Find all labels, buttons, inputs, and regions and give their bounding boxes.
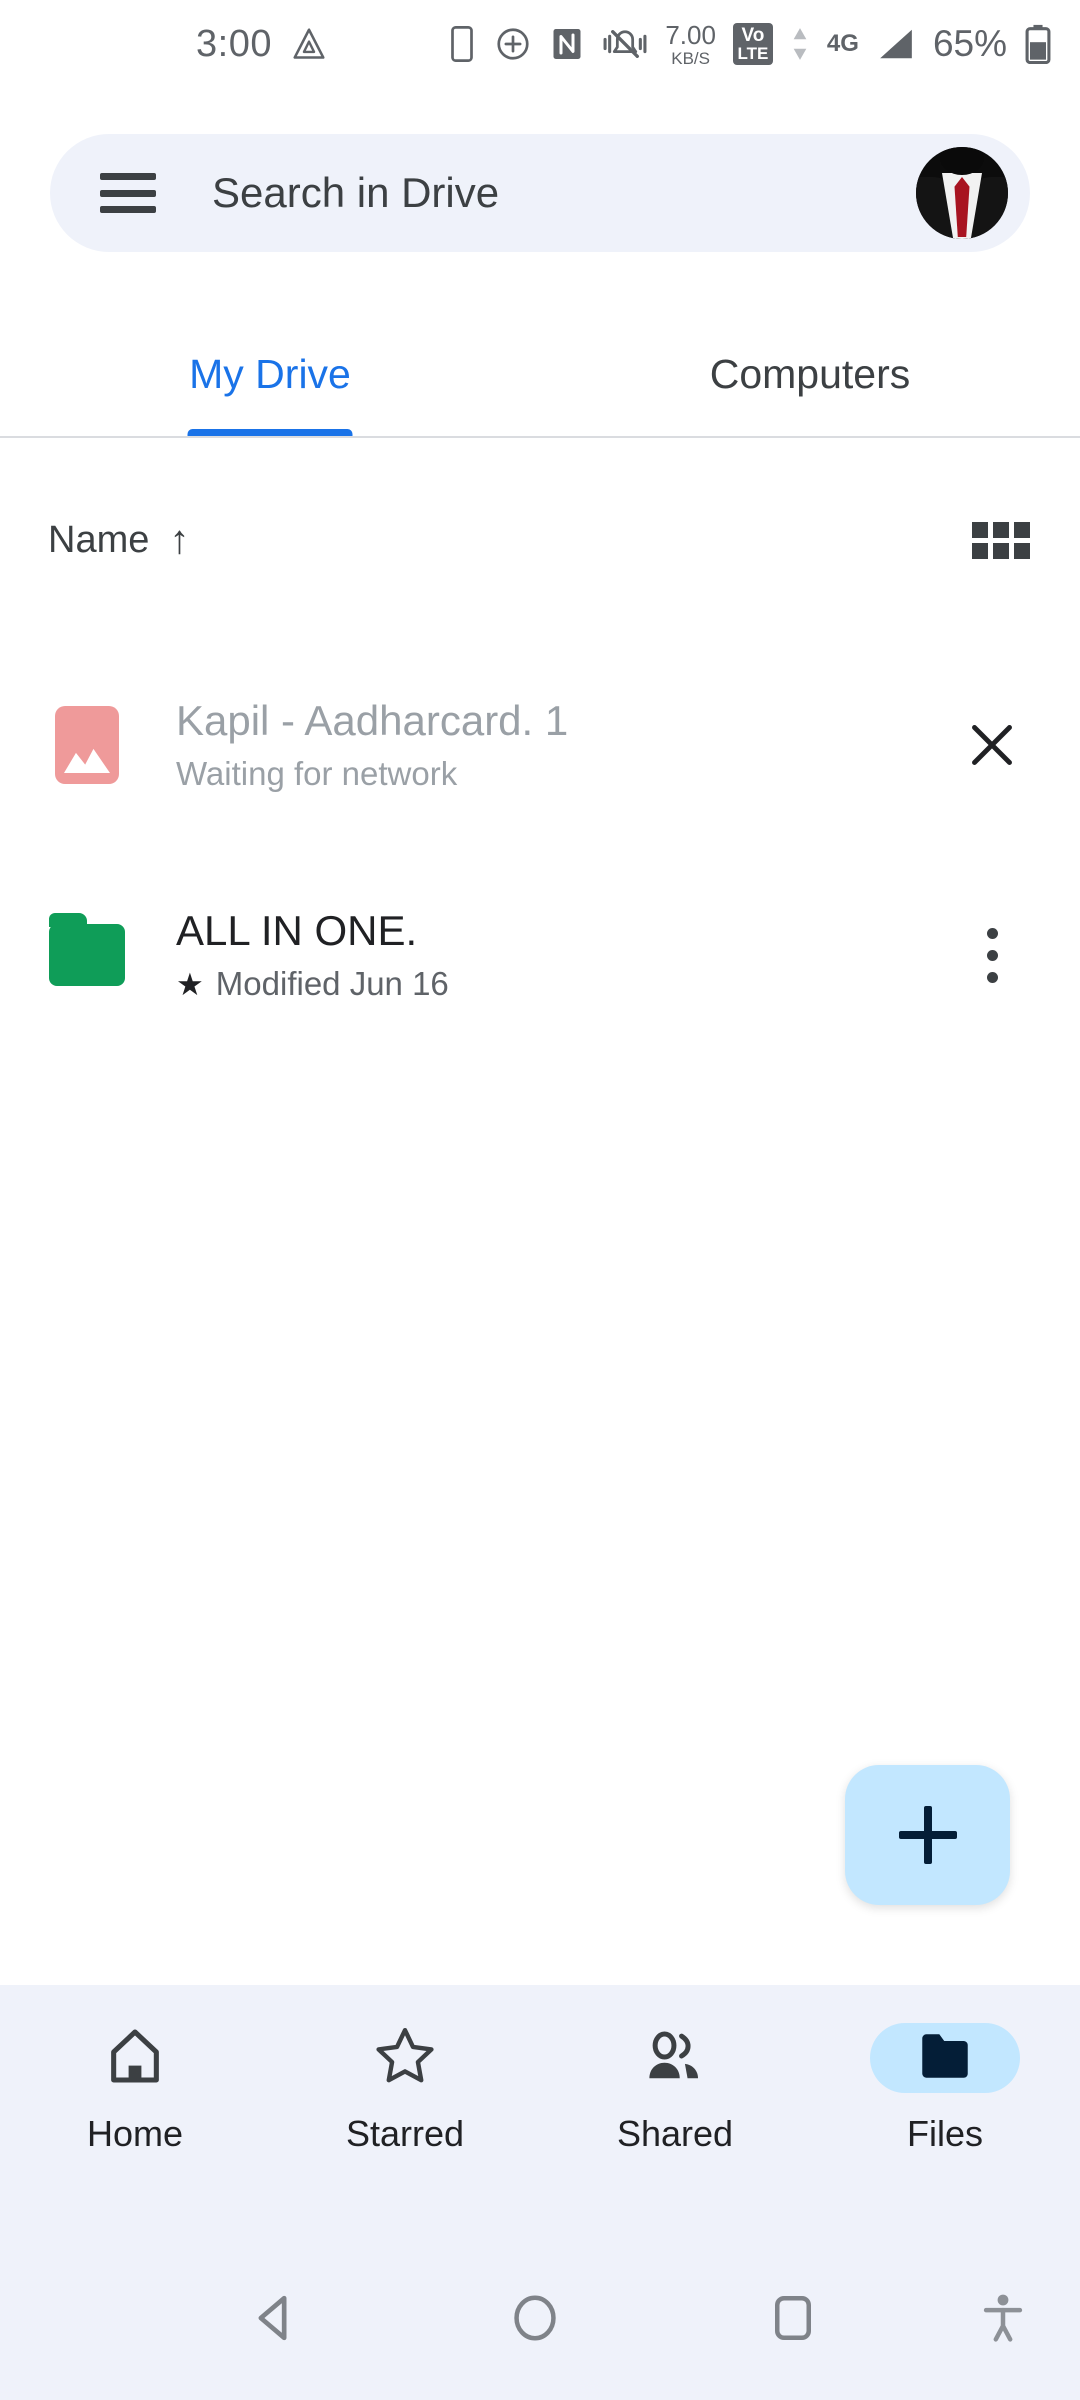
list-item-meta: Kapil - Aadharcard. 1 Waiting for networ… — [176, 697, 948, 793]
battery-icon — [1024, 24, 1052, 64]
list-item-subtitle: Modified Jun 16 — [215, 965, 449, 1002]
list-item-title: ALL IN ONE. — [176, 907, 418, 954]
status-bar: 3:00 7.00 KB/S Vo LTE 4G 65% — [0, 0, 1080, 88]
network-speed-indicator: 7.00 KB/S — [665, 19, 716, 68]
phone-icon — [447, 25, 477, 63]
android-system-nav — [0, 2235, 1080, 2400]
nav-item-home[interactable]: Home — [0, 1985, 270, 2235]
sort-by-button[interactable]: Name ↑ — [48, 519, 189, 562]
tab-my-drive[interactable]: My Drive — [0, 310, 540, 438]
people-icon — [641, 2024, 709, 2093]
starred-icon: ★ — [176, 966, 204, 1002]
volte-icon: Vo LTE — [732, 23, 773, 65]
accessibility-button[interactable] — [980, 2291, 1026, 2345]
nav-item-starred[interactable]: Starred — [270, 1985, 540, 2235]
list-item-title: Kapil - Aadharcard. 1 — [176, 697, 569, 744]
plus-icon — [898, 1806, 957, 1864]
home-button[interactable] — [508, 2291, 562, 2345]
nav-label-home: Home — [86, 2113, 184, 2154]
avatar[interactable] — [916, 147, 1008, 239]
image-file-icon — [48, 706, 126, 784]
star-icon — [372, 2023, 438, 2094]
bottom-navigation: Home Starred Shared Files — [0, 1985, 1080, 2235]
nav-pill-starred — [330, 2023, 480, 2093]
nav-label-starred: Starred — [345, 2113, 465, 2154]
file-list: Kapil - Aadharcard. 1 Waiting for networ… — [0, 640, 1080, 1060]
nav-item-files[interactable]: Files — [810, 1985, 1080, 2235]
folder-icon — [48, 913, 126, 986]
grid-view-icon[interactable] — [972, 521, 1030, 559]
vibrate-mute-icon — [602, 25, 648, 63]
sort-ascending-arrow-icon: ↑ — [169, 518, 190, 562]
drive-app-screen: 3:00 7.00 KB/S Vo LTE 4G 65% Search in D… — [0, 0, 1080, 2400]
home-icon — [103, 2024, 167, 2093]
circled-plus-icon — [494, 25, 532, 63]
close-icon[interactable] — [948, 717, 1036, 773]
sort-label: Name — [48, 518, 150, 561]
tab-my-drive-label: My Drive — [189, 350, 351, 397]
back-button[interactable] — [248, 2290, 304, 2346]
nav-pill-shared — [600, 2023, 750, 2093]
list-item-subtitle-wrap: ★ Modified Jun 16 — [176, 965, 948, 1003]
folder-icon — [914, 2027, 976, 2090]
nav-item-shared[interactable]: Shared — [540, 1985, 810, 2235]
tab-computers-label: Computers — [709, 350, 911, 397]
list-item[interactable]: Kapil - Aadharcard. 1 Waiting for networ… — [0, 640, 1080, 850]
battery-percent-label: 65% — [932, 23, 1007, 64]
nav-label-files: Files — [906, 2113, 983, 2154]
signal-bars-icon — [876, 25, 916, 63]
search-input[interactable]: Search in Drive — [212, 169, 499, 217]
nav-pill-files — [870, 2023, 1020, 2093]
hamburger-menu-icon[interactable] — [100, 173, 156, 213]
tabs-divider — [0, 436, 1080, 438]
list-item-subtitle: Waiting for network — [176, 755, 458, 792]
drive-tabs: My Drive Computers — [0, 310, 1080, 438]
status-bar-right: 7.00 KB/S Vo LTE 4G 65% — [447, 22, 1052, 67]
more-vert-icon[interactable] — [948, 927, 1036, 983]
nav-pill-home — [60, 2023, 210, 2093]
data-transfer-arrows-icon — [790, 25, 810, 63]
network-type-label: 4G — [826, 30, 859, 57]
list-item[interactable]: ALL IN ONE. ★ Modified Jun 16 — [0, 850, 1080, 1060]
sort-row: Name ↑ — [0, 470, 1080, 610]
recents-button[interactable] — [768, 2291, 818, 2345]
nav-label-shared: Shared — [616, 2113, 734, 2154]
status-time: 3:00 — [196, 22, 272, 65]
adobe-triangle-icon — [290, 25, 328, 63]
search-bar[interactable]: Search in Drive — [50, 134, 1030, 252]
create-new-fab[interactable] — [845, 1765, 1010, 1905]
nfc-icon — [549, 25, 585, 63]
tab-computers[interactable]: Computers — [540, 310, 1080, 438]
status-bar-left: 3:00 — [196, 23, 328, 66]
list-item-meta: ALL IN ONE. ★ Modified Jun 16 — [176, 907, 948, 1003]
